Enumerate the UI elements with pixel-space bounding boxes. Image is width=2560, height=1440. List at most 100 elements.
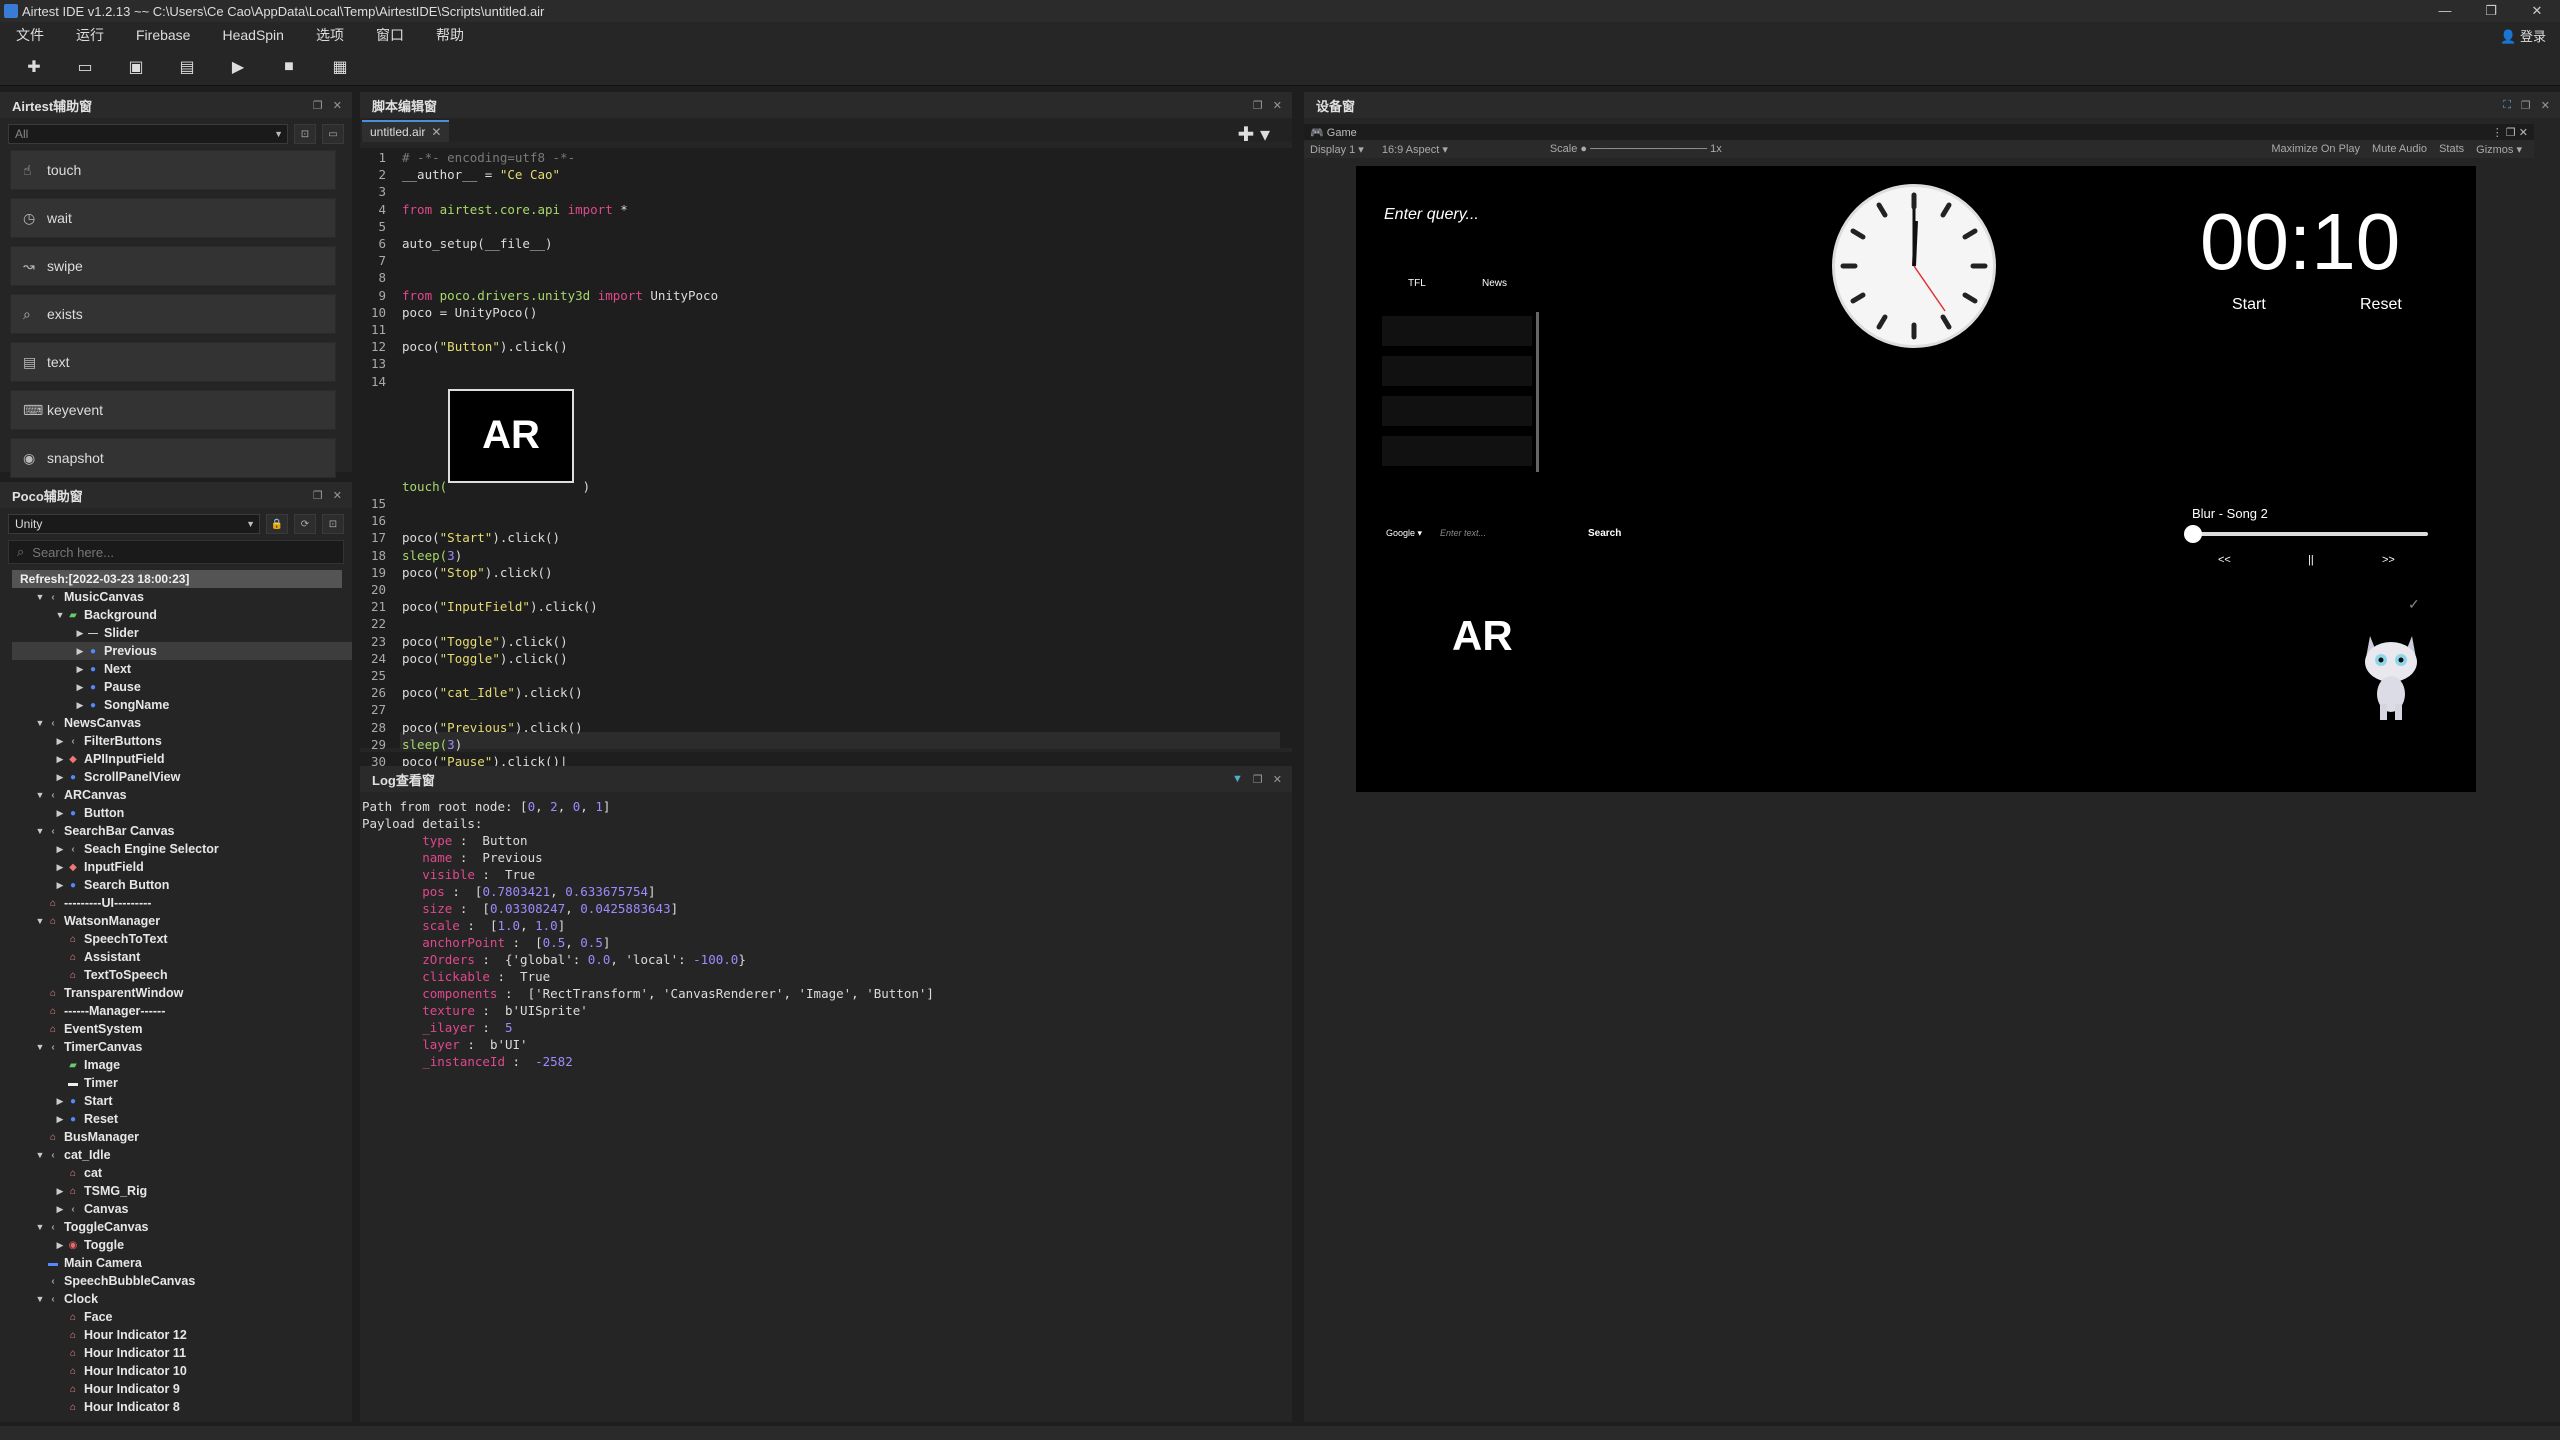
tree-node[interactable]: ▼ ‹ MusicCanvas xyxy=(12,588,352,606)
expand-arrow-icon[interactable]: ▶ xyxy=(54,1096,66,1107)
code-line[interactable]: poco("Previous").click() xyxy=(402,720,583,735)
expand-arrow-icon[interactable]: ▶ xyxy=(54,880,66,891)
menu-help[interactable]: 帮助 xyxy=(420,25,480,45)
tree-node[interactable]: ▶ ‹ FilterButtons xyxy=(12,732,352,750)
expand-arrow-icon[interactable]: ▶ xyxy=(54,1186,66,1197)
tree-search-input[interactable]: ⌕ Search here... xyxy=(8,540,344,564)
filter-tab-tfl[interactable]: TFL xyxy=(1408,278,1426,289)
start-button[interactable]: Start xyxy=(2232,296,2266,314)
tree-node[interactable]: ▼ ‹ cat_Idle xyxy=(12,1146,352,1164)
gizmos-dropdown[interactable]: Gizmos ▾ xyxy=(2476,143,2522,156)
command-swipe[interactable]: ↝ swipe xyxy=(10,246,336,286)
tree-node[interactable]: ▶ ● Start xyxy=(12,1092,352,1110)
refresh-icon[interactable]: ⟳ xyxy=(294,514,316,534)
menu-headspin[interactable]: HeadSpin xyxy=(206,27,300,43)
tree-node[interactable]: ▶ ● Button xyxy=(12,804,352,822)
tree-node[interactable]: ⌂ TransparentWindow xyxy=(12,984,352,1002)
inspect-icon[interactable]: ⊡ xyxy=(322,514,344,534)
code-line[interactable]: poco("Button").click() xyxy=(402,339,568,354)
tree-node[interactable]: ▶ ⌂ TSMG_Rig xyxy=(12,1182,352,1200)
code-line[interactable]: poco("Toggle").click() xyxy=(402,651,568,666)
scale-control[interactable]: Scale ● ─────────────── 1x xyxy=(1550,143,1722,155)
expand-arrow-icon[interactable]: ▶ xyxy=(54,1114,66,1125)
news-scrollbar[interactable] xyxy=(1536,312,1539,472)
code-line[interactable]: poco("cat_Idle").click() xyxy=(402,685,583,700)
expand-arrow-icon[interactable]: ▶ xyxy=(74,700,86,711)
previous-button[interactable]: << xyxy=(2218,554,2231,566)
tree-node[interactable]: ▶ ● Next xyxy=(12,660,352,678)
add-tab-icon[interactable]: ✚ ▾ xyxy=(1238,122,1270,147)
save-icon[interactable]: ▣ xyxy=(119,52,153,82)
close-icon[interactable]: ✕ xyxy=(1273,99,1282,112)
float-icon[interactable]: ❐ xyxy=(2521,99,2531,112)
menu-run[interactable]: 运行 xyxy=(60,25,120,45)
filter-tab-news[interactable]: News xyxy=(1482,278,1507,289)
fit-screen-icon[interactable]: ⛶ xyxy=(2503,99,2511,112)
next-button[interactable]: >> xyxy=(2382,554,2395,566)
ar-button[interactable]: AR xyxy=(1452,612,1513,660)
pause-button[interactable]: || xyxy=(2308,554,2314,566)
menu-file[interactable]: 文件 xyxy=(0,25,60,45)
open-folder-icon[interactable]: ▭ xyxy=(68,52,102,82)
close-icon[interactable]: ✕ xyxy=(333,99,342,112)
code-line[interactable]: poco("Stop").click() xyxy=(402,565,553,580)
maximize-on-play-toggle[interactable]: Maximize On Play xyxy=(2271,143,2360,156)
tree-node[interactable]: ⌂ Hour Indicator 8 xyxy=(12,1398,352,1416)
code-line[interactable]: sleep(3) xyxy=(402,548,462,563)
stop-icon[interactable]: ■ xyxy=(272,52,306,82)
code-line[interactable]: poco("Toggle").click() xyxy=(402,634,568,649)
tree-node[interactable]: ▶ ● ScrollPanelView xyxy=(12,768,352,786)
expand-arrow-icon[interactable]: ▼ xyxy=(34,790,46,800)
tree-node[interactable]: ▶ ― Slider xyxy=(12,624,352,642)
query-text[interactable]: Enter query... xyxy=(1384,206,1479,224)
expand-arrow-icon[interactable]: ▼ xyxy=(34,1150,46,1160)
poco-mode-select[interactable]: Unity ▼ xyxy=(8,514,260,534)
close-tab-icon[interactable]: ✕ xyxy=(431,125,441,139)
tree-node[interactable]: ▶ ◉ Toggle xyxy=(12,1236,352,1254)
expand-arrow-icon[interactable]: ▶ xyxy=(54,736,66,747)
minimize-button[interactable]: — xyxy=(2422,3,2468,19)
log-icon[interactable]: ▦ xyxy=(323,52,357,82)
tree-node[interactable]: ⌂ ------Manager------ xyxy=(12,1002,352,1020)
news-item[interactable] xyxy=(1382,356,1532,386)
screenshot-icon[interactable]: ▭ xyxy=(322,124,344,144)
game-window-controls[interactable]: ⋮ ❐ ✕ xyxy=(2492,126,2528,139)
close-icon[interactable]: ✕ xyxy=(333,489,342,502)
command-snapshot[interactable]: ◉ snapshot xyxy=(10,438,336,478)
display-select[interactable]: Display 1 ▾ xyxy=(1310,143,1364,156)
tree-node[interactable]: ▶ ● Search Button xyxy=(12,876,352,894)
code-line[interactable]: poco = UnityPoco() xyxy=(402,305,537,320)
expand-arrow-icon[interactable]: ▶ xyxy=(74,664,86,675)
search-input[interactable]: Enter text... xyxy=(1440,528,1486,538)
tree-node[interactable]: ▼ ‹ TimerCanvas xyxy=(12,1038,352,1056)
command-wait[interactable]: ◷ wait xyxy=(10,198,336,238)
expand-arrow-icon[interactable]: ▼ xyxy=(34,718,46,728)
expand-arrow-icon[interactable]: ▼ xyxy=(34,592,46,602)
tree-node[interactable]: ▼ ‹ SearchBar Canvas xyxy=(12,822,352,840)
slider-knob[interactable] xyxy=(2184,525,2202,543)
expand-arrow-icon[interactable]: ▼ xyxy=(34,916,46,926)
expand-arrow-icon[interactable]: ▼ xyxy=(34,826,46,836)
expand-arrow-icon[interactable]: ▶ xyxy=(54,1204,66,1215)
tree-node[interactable]: ▶ ● Pause xyxy=(12,678,352,696)
float-icon[interactable]: ❐ xyxy=(1253,773,1263,786)
run-icon[interactable]: ▶ xyxy=(221,52,255,82)
tree-node[interactable]: ▶ ◆ InputField xyxy=(12,858,352,876)
search-button[interactable]: Search xyxy=(1588,528,1621,539)
expand-arrow-icon[interactable]: ▼ xyxy=(54,610,66,620)
close-icon[interactable]: ✕ xyxy=(2541,99,2550,112)
tree-node[interactable]: ▶ ● SongName xyxy=(12,696,352,714)
code-area[interactable]: 1 # -*- encoding=utf8 -*- 2 __author__ = "C… xyxy=(360,148,1292,769)
tree-node[interactable]: ▶ ‹ Seach Engine Selector xyxy=(12,840,352,858)
menu-window[interactable]: 窗口 xyxy=(360,25,420,45)
float-icon[interactable]: ❐ xyxy=(1253,99,1263,112)
code-line[interactable]: __author__ = "Ce Cao" xyxy=(402,167,560,182)
code-line[interactable]: poco("InputField").click() xyxy=(402,599,598,614)
close-icon[interactable]: ✕ xyxy=(1273,773,1282,786)
expand-arrow-icon[interactable]: ▶ xyxy=(74,646,86,657)
filter-select[interactable]: All ▼ xyxy=(8,124,288,144)
tree-node[interactable]: ▶ ● Reset xyxy=(12,1110,352,1128)
aspect-select[interactable]: 16:9 Aspect ▾ xyxy=(1382,143,1532,156)
game-view[interactable]: Enter query... TFL News Google ▾ Enter t… xyxy=(1356,166,2476,792)
command-exists[interactable]: ⌕ exists xyxy=(10,294,336,334)
